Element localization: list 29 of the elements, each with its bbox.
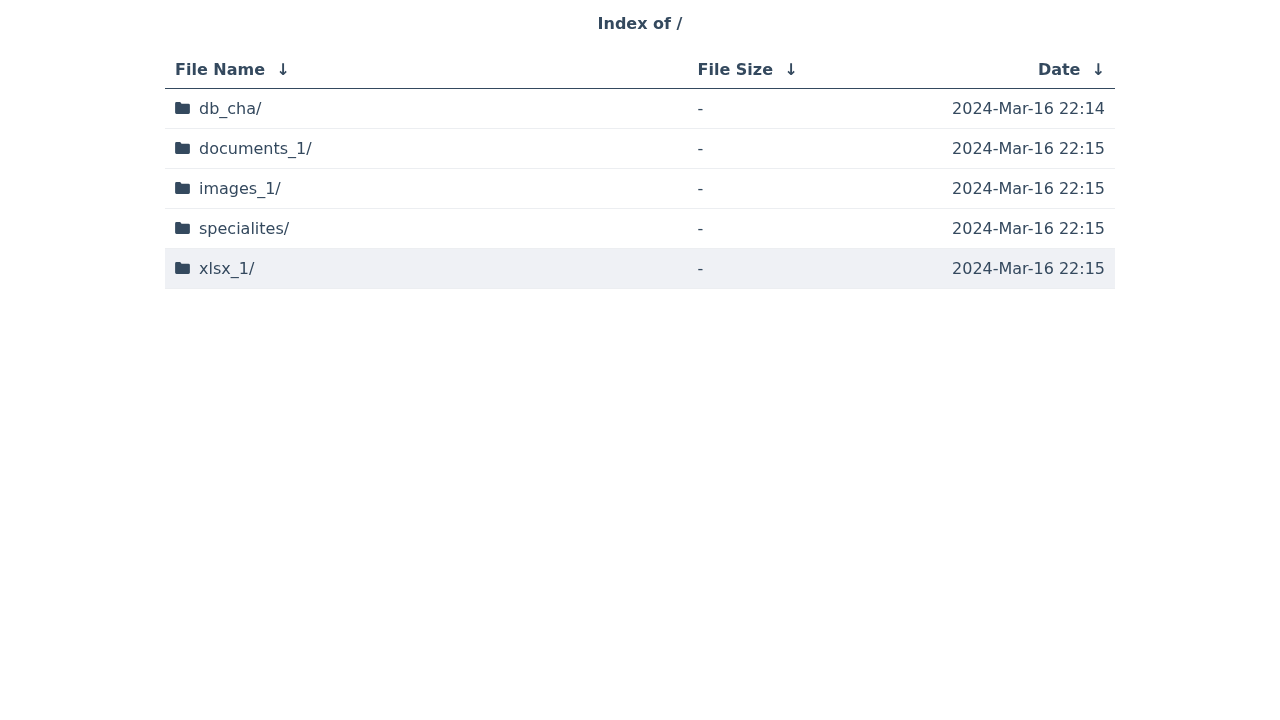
file-row[interactable]: db_cha/ - 2024-Mar-16 22:14 <box>165 88 1115 129</box>
file-date: 2024-Mar-16 22:15 <box>952 259 1105 278</box>
file-date: 2024-Mar-16 22:15 <box>952 219 1105 238</box>
file-row[interactable]: specialites/ - 2024-Mar-16 22:15 <box>165 208 1115 249</box>
file-date: 2024-Mar-16 22:15 <box>952 139 1105 158</box>
sort-column-link[interactable]: File Name ↓ <box>175 59 290 79</box>
file-date: 2024-Mar-16 22:15 <box>952 179 1105 198</box>
file-row[interactable]: images_1/ - 2024-Mar-16 22:15 <box>165 168 1115 209</box>
folder-link[interactable]: images_1/ <box>199 178 281 198</box>
folder-icon <box>175 102 190 115</box>
folder-icon <box>175 262 190 275</box>
file-size: - <box>697 139 704 158</box>
folder-icon <box>175 182 190 195</box>
folder-icon <box>175 142 190 155</box>
file-size: - <box>697 99 704 118</box>
file-size: - <box>697 179 704 198</box>
folder-link[interactable]: specialites/ <box>199 218 290 238</box>
sort-column-link[interactable]: File Size ↓ <box>697 59 798 79</box>
file-row[interactable]: xlsx_1/ - 2024-Mar-16 22:15 <box>165 248 1115 289</box>
folder-link[interactable]: xlsx_1/ <box>199 258 255 278</box>
folder-link[interactable]: documents_1/ <box>199 138 312 158</box>
file-date: 2024-Mar-16 22:14 <box>952 99 1105 118</box>
file-size: - <box>697 219 704 238</box>
file-size: - <box>697 259 704 278</box>
file-row[interactable]: documents_1/ - 2024-Mar-16 22:15 <box>165 128 1115 169</box>
page-title: Index of / <box>596 13 684 35</box>
folder-icon <box>175 222 190 235</box>
folder-link[interactable]: db_cha/ <box>199 98 262 118</box>
sort-column-link[interactable]: Date ↓ <box>1037 59 1105 79</box>
